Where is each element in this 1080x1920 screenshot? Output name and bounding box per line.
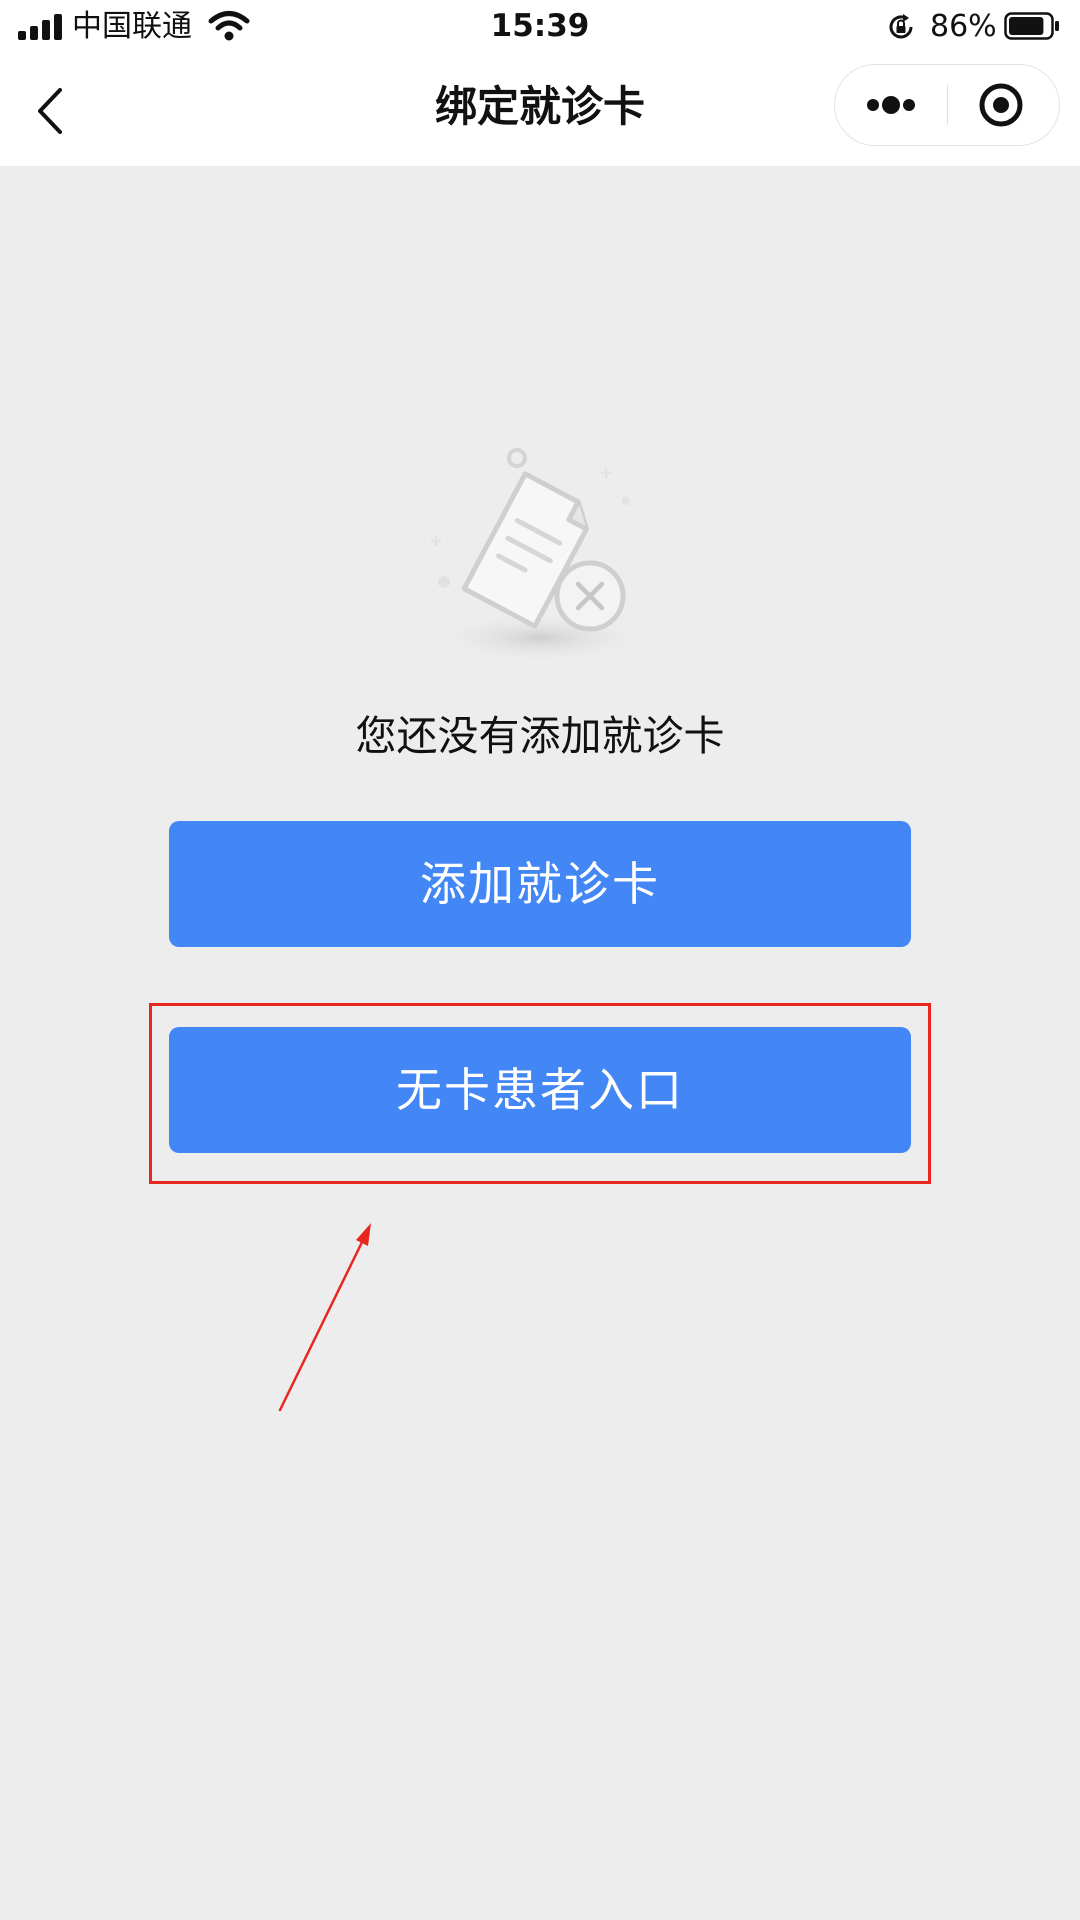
close-mini-program-button[interactable] [949, 65, 1059, 145]
rotation-lock-icon [889, 14, 913, 39]
battery-percentage: 86% [930, 9, 997, 44]
empty-state-message: 您还没有添加就诊卡 [355, 712, 725, 760]
more-button[interactable] [835, 65, 947, 145]
empty-card-document-icon [430, 448, 650, 664]
nav-bar: 绑定就诊卡 [0, 54, 1080, 166]
target-close-icon [979, 83, 1023, 127]
status-time: 15:39 [490, 8, 590, 44]
more-dots-icon [867, 96, 915, 114]
annotation-arrow-icon [278, 1223, 371, 1412]
add-card-button[interactable]: 添加就诊卡 [169, 821, 911, 947]
mini-program-capsule [834, 64, 1060, 146]
status-bar: 中国联通 15:39 86% [0, 0, 1080, 54]
no-card-patient-entry-button[interactable]: 无卡患者入口 [169, 1027, 911, 1153]
capsule-divider [947, 85, 948, 125]
battery-icon [1004, 12, 1059, 40]
